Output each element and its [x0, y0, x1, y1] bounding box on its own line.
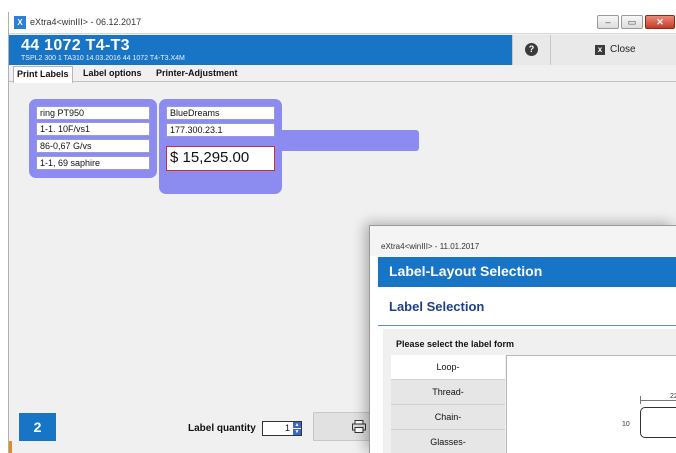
- label-count-badge: 2: [19, 413, 56, 441]
- label-form-preview: 22 10: [506, 355, 676, 453]
- label-form-list: Loop- Thread- Chain- Glasses-: [391, 355, 505, 453]
- dialog-subheader-title: Label Selection: [389, 299, 485, 314]
- label-line-1[interactable]: ring PT950: [36, 106, 150, 120]
- tab-printer-adjustment[interactable]: Printer-Adjustment: [153, 66, 241, 82]
- record-title: 44 1072 T4-T3: [21, 37, 130, 54]
- label-quantity-stepper[interactable]: 1 ▲ ▼: [262, 421, 302, 436]
- label-quantity-value: 1: [284, 423, 290, 433]
- title-bar[interactable]: X eXtra4<winIII> - 06.12.2017 ‒ ▭ ✕: [9, 12, 676, 34]
- minimize-button[interactable]: ‒: [597, 15, 619, 29]
- label-quantity-label: Label quantity: [188, 423, 256, 434]
- label-form-glasses[interactable]: Glasses-: [391, 430, 505, 453]
- close-button-label: Close: [610, 44, 636, 55]
- label-tail: [277, 130, 419, 151]
- window-close-button[interactable]: ✕: [645, 15, 675, 29]
- printer-icon: [352, 420, 366, 433]
- help-button[interactable]: ?: [512, 35, 550, 65]
- print-button[interactable]: [313, 412, 375, 441]
- dialog-prompt: Please select the label form: [396, 339, 515, 349]
- window-title: eXtra4<winIII> - 06.12.2017: [30, 17, 142, 27]
- dialog-body: Please select the label form Loop- Threa…: [383, 329, 676, 453]
- record-header: 44 1072 T4-T3 TSPL2 300 1 TA310 14.03.20…: [9, 35, 676, 65]
- label-brand-field[interactable]: BlueDreams: [166, 106, 275, 120]
- tab-print-labels[interactable]: Print Labels: [13, 66, 73, 83]
- close-button[interactable]: x Close: [550, 35, 676, 65]
- label-form-thread[interactable]: Thread-: [391, 380, 505, 405]
- label-line-3[interactable]: 86-0,67 G/vs: [36, 139, 150, 153]
- record-subtitle: TSPL2 300 1 TA310 14.03.2016 44 1072 T4-…: [21, 55, 185, 62]
- label-line-2[interactable]: 1-1. 10F/vs1: [36, 122, 150, 136]
- dimension-height: 10: [622, 421, 630, 428]
- app-icon: X: [14, 16, 26, 29]
- label-article-field[interactable]: 177.300.23.1: [166, 123, 275, 137]
- label-form-chain[interactable]: Chain-: [391, 405, 505, 430]
- dimension-line: [640, 400, 676, 401]
- dialog-title-bar[interactable]: eXtra4<winIII> - 11.01.2017: [370, 226, 676, 256]
- screen: X eXtra4<winIII> - 06.12.2017 ‒ ▭ ✕ 44 1…: [0, 0, 676, 453]
- label-line-4[interactable]: 1-1, 69 saphire: [36, 156, 150, 170]
- status-marker: [9, 441, 12, 453]
- stepper-down-icon[interactable]: ▼: [293, 429, 301, 435]
- dialog-subheader: Label Selection: [378, 288, 676, 326]
- dimension-width: 22: [670, 393, 676, 400]
- tab-bar: Print Labels Label options Printer-Adjus…: [9, 66, 676, 83]
- label-price-field[interactable]: $ 15,295.00: [166, 146, 275, 171]
- tab-label-options[interactable]: Label options: [80, 66, 145, 82]
- stepper-up-icon[interactable]: ▲: [293, 422, 301, 428]
- help-icon: ?: [525, 43, 538, 56]
- dialog-header: Label-Layout Selection: [378, 257, 676, 287]
- close-icon: x: [595, 45, 605, 55]
- label-form-loop[interactable]: Loop-: [391, 355, 505, 380]
- maximize-button[interactable]: ▭: [621, 15, 643, 29]
- label-shape-outline: [640, 407, 676, 438]
- dialog-header-title: Label-Layout Selection: [389, 263, 543, 279]
- dialog-title: eXtra4<winIII> - 11.01.2017: [381, 242, 480, 251]
- label-layout-dialog: eXtra4<winIII> - 11.01.2017 Label-Layout…: [369, 225, 676, 453]
